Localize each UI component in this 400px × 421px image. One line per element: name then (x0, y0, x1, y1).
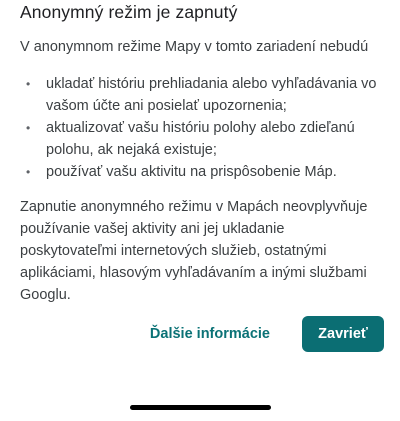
list-item-text: používať vašu aktivitu na prispôsobenie … (46, 164, 337, 180)
dialog-intro: V anonymnom režime Mapy v tomto zariaden… (20, 39, 369, 55)
bullet-icon: • (26, 165, 31, 179)
home-indicator[interactable] (130, 405, 271, 410)
list-item: • používať vašu aktivitu na prispôsobeni… (20, 161, 390, 183)
close-button[interactable]: Zavrieť (302, 316, 384, 352)
dialog-disclaimer: Zapnutie anonymného režimu v Mapách neov… (20, 199, 368, 303)
restrictions-list: • ukladať históriu prehliadania alebo vy… (20, 73, 390, 183)
dialog-actions: Ďalšie informácie Zavrieť (138, 316, 384, 352)
list-item: • aktualizovať vašu históriu polohy aleb… (20, 117, 390, 161)
list-item: • ukladať históriu prehliadania alebo vy… (20, 73, 390, 117)
bullet-icon: • (26, 77, 31, 91)
dialog-title: Anonymný režim je zapnutý (20, 2, 238, 22)
list-item-text: aktualizovať vašu históriu polohy alebo … (46, 120, 355, 158)
bullet-icon: • (26, 121, 31, 135)
incognito-dialog: Anonymný režim je zapnutý V anonymnom re… (0, 0, 400, 421)
list-item-text: ukladať históriu prehliadania alebo vyhľ… (46, 76, 377, 114)
more-info-button[interactable]: Ďalšie informácie (138, 316, 282, 352)
